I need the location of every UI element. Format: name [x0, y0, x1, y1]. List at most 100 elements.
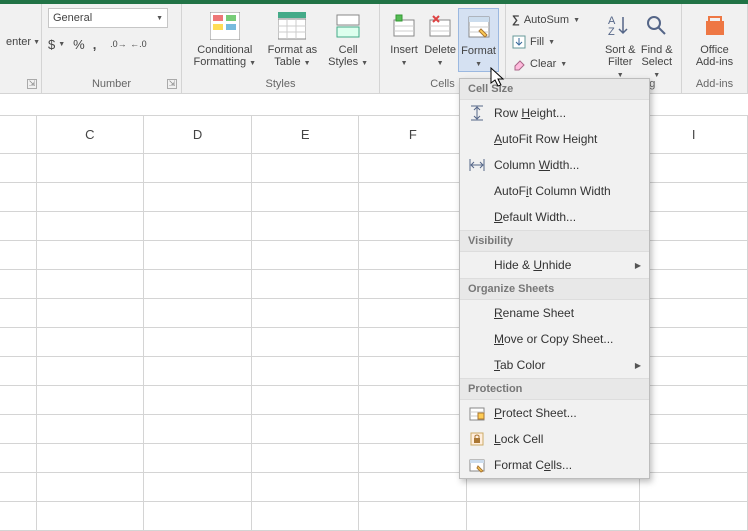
percent-format-button[interactable]: %	[73, 37, 85, 52]
menu-autofit-row[interactable]: AutoFit Row Height	[460, 126, 649, 152]
cell[interactable]	[37, 473, 145, 501]
cell[interactable]	[0, 328, 37, 356]
cell[interactable]	[640, 183, 748, 211]
cell[interactable]	[640, 502, 748, 530]
column-header[interactable]: E	[252, 116, 360, 153]
cell[interactable]	[252, 386, 360, 414]
menu-row-height[interactable]: Row Height...	[460, 100, 649, 126]
merge-center-button[interactable]: enter▼	[6, 36, 40, 48]
cell[interactable]	[37, 241, 145, 269]
cell[interactable]	[0, 473, 37, 501]
cell[interactable]	[37, 154, 145, 182]
cell[interactable]	[144, 154, 252, 182]
cell[interactable]	[359, 183, 467, 211]
cell[interactable]	[0, 299, 37, 327]
cell[interactable]	[467, 502, 640, 530]
cell[interactable]	[640, 357, 748, 385]
cell[interactable]	[359, 328, 467, 356]
cell[interactable]	[37, 357, 145, 385]
cell[interactable]	[37, 328, 145, 356]
menu-protect-sheet[interactable]: Protect Sheet...	[460, 400, 649, 426]
cell[interactable]	[0, 357, 37, 385]
increase-decimal-icon[interactable]: .0→	[110, 36, 126, 52]
column-header[interactable]: D	[144, 116, 252, 153]
cell[interactable]	[144, 183, 252, 211]
cell[interactable]	[144, 444, 252, 472]
cell[interactable]	[144, 212, 252, 240]
number-launcher-icon[interactable]: ⇲	[167, 79, 177, 89]
find-select-button[interactable]: Find & Select ▼	[639, 8, 676, 82]
menu-lock-cell[interactable]: Lock Cell	[460, 426, 649, 452]
sort-filter-button[interactable]: AZ Sort & Filter ▼	[602, 8, 639, 82]
cell[interactable]	[359, 415, 467, 443]
cell[interactable]	[640, 328, 748, 356]
menu-move-copy-sheet[interactable]: Move or Copy Sheet...	[460, 326, 649, 352]
cell[interactable]	[0, 183, 37, 211]
menu-hide-unhide[interactable]: Hide & Unhide ▶	[460, 252, 649, 278]
office-addins-button[interactable]: Office Add-ins	[688, 8, 741, 70]
accounting-format-button[interactable]: $ ▼	[48, 37, 65, 52]
cell[interactable]	[252, 473, 360, 501]
cell[interactable]	[640, 415, 748, 443]
cell[interactable]	[640, 154, 748, 182]
cell[interactable]	[252, 444, 360, 472]
cell[interactable]	[144, 502, 252, 530]
cell[interactable]	[252, 328, 360, 356]
cell[interactable]	[359, 502, 467, 530]
cell[interactable]	[359, 357, 467, 385]
cell[interactable]	[0, 444, 37, 472]
cell[interactable]	[252, 357, 360, 385]
cell[interactable]	[0, 502, 37, 530]
cell[interactable]	[252, 241, 360, 269]
cell[interactable]	[252, 415, 360, 443]
cell[interactable]	[640, 444, 748, 472]
menu-column-width[interactable]: Column Width...	[460, 152, 649, 178]
cell[interactable]	[37, 299, 145, 327]
cell[interactable]	[0, 154, 37, 182]
cell[interactable]	[359, 212, 467, 240]
cell[interactable]	[0, 270, 37, 298]
menu-autofit-column[interactable]: AutoFit Column Width	[460, 178, 649, 204]
cell[interactable]	[640, 241, 748, 269]
cell[interactable]	[144, 473, 252, 501]
column-header[interactable]: C	[37, 116, 145, 153]
cell[interactable]	[37, 415, 145, 443]
cell[interactable]	[252, 154, 360, 182]
cell[interactable]	[144, 241, 252, 269]
menu-tab-color[interactable]: Tab Color ▶	[460, 352, 649, 378]
cell[interactable]	[252, 299, 360, 327]
comma-format-button[interactable]: ,	[93, 37, 97, 52]
menu-format-cells[interactable]: Format Cells...	[460, 452, 649, 478]
cell[interactable]	[144, 386, 252, 414]
cell[interactable]	[0, 212, 37, 240]
cell[interactable]	[0, 386, 37, 414]
format-as-table-button[interactable]: Format as Table ▼	[262, 8, 324, 70]
cell[interactable]	[640, 299, 748, 327]
clear-button[interactable]: Clear ▼	[512, 54, 567, 74]
menu-rename-sheet[interactable]: Rename Sheet	[460, 300, 649, 326]
cell[interactable]	[252, 270, 360, 298]
fill-button[interactable]: Fill ▼	[512, 32, 555, 52]
cell-styles-button[interactable]: Cell Styles ▼	[323, 8, 373, 70]
cell[interactable]	[359, 241, 467, 269]
cell[interactable]	[144, 357, 252, 385]
cell[interactable]	[359, 444, 467, 472]
cell[interactable]	[144, 415, 252, 443]
cell[interactable]	[359, 154, 467, 182]
cell[interactable]	[640, 270, 748, 298]
column-header[interactable]: I	[640, 116, 748, 153]
format-button[interactable]: Format▼	[458, 8, 499, 72]
cell[interactable]	[37, 444, 145, 472]
cell[interactable]	[640, 473, 748, 501]
column-header[interactable]	[0, 116, 37, 153]
cell[interactable]	[359, 270, 467, 298]
decrease-decimal-icon[interactable]: ←.0	[130, 36, 146, 52]
cell[interactable]	[252, 502, 360, 530]
column-header[interactable]: F	[359, 116, 467, 153]
cell[interactable]	[0, 415, 37, 443]
alignment-launcher-icon[interactable]: ⇲	[27, 79, 37, 89]
cell[interactable]	[359, 473, 467, 501]
delete-button[interactable]: Delete▼	[422, 8, 458, 70]
cell[interactable]	[144, 270, 252, 298]
cell[interactable]	[252, 212, 360, 240]
